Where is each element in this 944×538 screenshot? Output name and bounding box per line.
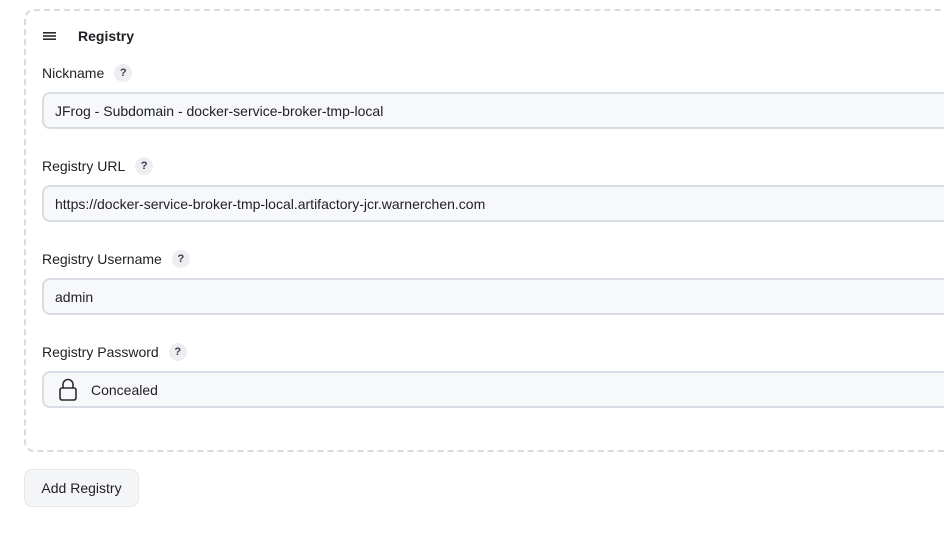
nickname-value: JFrog - Subdomain - docker-service-broke… [55, 102, 384, 119]
nickname-input[interactable]: JFrog - Subdomain - docker-service-broke… [42, 92, 944, 129]
url-label-row: Registry URL ? [42, 156, 154, 176]
section-header: Registry [42, 26, 134, 46]
username-label-row: Registry Username ? [42, 249, 190, 269]
username-label: Registry Username [42, 251, 162, 267]
url-input[interactable]: https://docker-service-broker-tmp-local.… [42, 185, 944, 222]
username-help-button[interactable]: ? [171, 250, 190, 268]
password-concealed-text: Concealed [91, 381, 158, 398]
nickname-label-row: Nickname ? [42, 63, 133, 83]
password-help-button[interactable]: ? [168, 343, 187, 361]
username-input[interactable]: admin [42, 278, 944, 315]
url-value: https://docker-service-broker-tmp-local.… [55, 195, 486, 212]
nickname-help-button[interactable]: ? [114, 64, 133, 82]
username-value: admin [55, 288, 94, 305]
password-label-row: Registry Password ? [42, 342, 187, 362]
add-registry-button[interactable]: Add Registry [24, 469, 139, 507]
hamburger-icon[interactable] [42, 26, 58, 46]
url-label: Registry URL [42, 158, 126, 174]
password-label: Registry Password [42, 344, 159, 360]
password-input[interactable]: Concealed [42, 371, 944, 408]
url-help-button[interactable]: ? [135, 157, 154, 175]
nickname-label: Nickname [42, 65, 105, 81]
lock-icon [58, 378, 78, 402]
section-title: Registry [78, 28, 135, 44]
